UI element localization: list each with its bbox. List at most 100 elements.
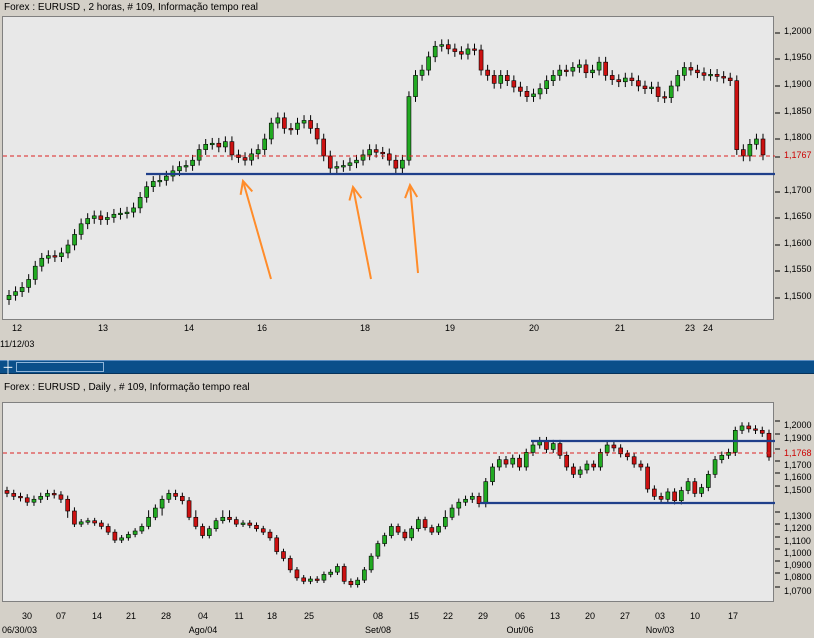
y-tick-label: 1,1950 bbox=[784, 52, 812, 62]
bear-candle bbox=[321, 138, 327, 157]
bull-candle bbox=[26, 279, 31, 288]
bear-candle bbox=[186, 500, 192, 518]
y-tick-label: 1,1200 bbox=[784, 523, 812, 533]
bear-candle bbox=[642, 85, 648, 89]
bull-candle bbox=[389, 526, 394, 536]
bull-candle bbox=[137, 197, 143, 209]
top-chart-svg bbox=[3, 32, 780, 305]
month-label: Ago/04 bbox=[188, 625, 218, 635]
bull-candle bbox=[439, 44, 445, 47]
y-tick-label: 1,1550 bbox=[784, 264, 812, 274]
bear-candle bbox=[517, 457, 522, 468]
bull-candle bbox=[341, 165, 346, 168]
bull-candle bbox=[708, 74, 713, 77]
x-tick-label: 24 bbox=[702, 323, 714, 333]
bull-candle bbox=[375, 543, 381, 557]
bear-candle bbox=[721, 76, 726, 79]
bear-candle bbox=[380, 151, 386, 155]
annotation-arrow bbox=[352, 186, 372, 280]
bull-candle bbox=[328, 571, 333, 575]
horizontal-scrollbar[interactable]: ┼ bbox=[0, 360, 814, 374]
y-tick-label: 1,1700 bbox=[784, 460, 812, 470]
bottom-chart-plot[interactable] bbox=[2, 402, 780, 602]
bear-candle bbox=[701, 72, 707, 76]
split-handle-icon[interactable]: ┼ bbox=[0, 361, 16, 373]
x-tick-label: 20 bbox=[584, 611, 596, 621]
bull-candle bbox=[754, 138, 759, 145]
x-tick-label: 16 bbox=[256, 323, 268, 333]
bull-candle bbox=[85, 218, 90, 225]
month-label: Out/06 bbox=[506, 625, 534, 635]
bull-candle bbox=[196, 149, 202, 161]
bear-candle bbox=[314, 128, 320, 140]
bear-candle bbox=[692, 481, 698, 494]
y-tick-label: 1,1850 bbox=[784, 106, 812, 116]
y-tick-label: 1,1300 bbox=[784, 511, 812, 521]
bull-candle bbox=[166, 493, 172, 500]
bear-candle bbox=[524, 91, 530, 97]
bull-candle bbox=[335, 566, 340, 573]
top-chart-plot[interactable] bbox=[2, 16, 780, 320]
bear-candle bbox=[511, 80, 517, 88]
bull-candle bbox=[604, 444, 610, 453]
bull-candle bbox=[469, 496, 475, 500]
bull-candle bbox=[537, 88, 543, 95]
bear-candle bbox=[173, 493, 178, 497]
top-chart-caption: Forex : EURUSD , 2 horas, # 109, Informa… bbox=[4, 2, 258, 13]
bull-candle bbox=[334, 166, 340, 169]
bull-candle bbox=[712, 459, 718, 475]
x-tick-label: 06 bbox=[514, 611, 526, 621]
x-tick-label: 21 bbox=[614, 323, 626, 333]
bull-candle bbox=[119, 537, 124, 541]
bull-candle bbox=[139, 526, 145, 532]
bull-candle bbox=[131, 207, 136, 213]
bear-candle bbox=[242, 157, 248, 161]
bull-candle bbox=[557, 69, 563, 76]
top-candles bbox=[6, 39, 766, 305]
bull-candle bbox=[496, 459, 502, 468]
annotation-arrow bbox=[409, 184, 419, 274]
bull-candle bbox=[531, 93, 536, 97]
bull-candle bbox=[530, 444, 536, 453]
x-tick-label: 03 bbox=[654, 611, 666, 621]
bear-candle bbox=[98, 215, 104, 220]
bull-candle bbox=[118, 212, 123, 215]
bear-candle bbox=[714, 74, 720, 77]
y-tick-label: 1,1100 bbox=[784, 536, 811, 546]
bear-candle bbox=[395, 526, 401, 533]
bear-candle bbox=[402, 531, 408, 539]
x-tick-label: 20 bbox=[528, 323, 540, 333]
bear-candle bbox=[72, 510, 77, 525]
y-tick-label: 1,2000 bbox=[784, 420, 812, 430]
bear-candle bbox=[564, 454, 569, 468]
bear-candle bbox=[741, 149, 746, 157]
bear-candle bbox=[472, 48, 477, 51]
bull-candle bbox=[510, 457, 516, 465]
bull-candle bbox=[623, 77, 628, 83]
bear-candle bbox=[727, 77, 733, 81]
bear-candle bbox=[58, 494, 64, 500]
bear-candle bbox=[491, 75, 497, 84]
bear-candle bbox=[200, 526, 205, 536]
bear-candle bbox=[655, 86, 661, 97]
bull-candle bbox=[190, 159, 195, 166]
bull-candle bbox=[719, 454, 725, 460]
bull-candle bbox=[203, 144, 208, 150]
bull-candle bbox=[91, 215, 97, 219]
bear-candle bbox=[564, 69, 569, 72]
bull-candle bbox=[164, 175, 169, 181]
bottom-chart-svg bbox=[3, 420, 780, 588]
bear-candle bbox=[429, 527, 435, 533]
x-tick-label: 10 bbox=[689, 611, 701, 621]
bear-candle bbox=[609, 75, 615, 80]
x-tick-label: 21 bbox=[125, 611, 137, 621]
bear-candle bbox=[229, 141, 235, 156]
bear-candle bbox=[281, 551, 286, 559]
bull-candle bbox=[159, 498, 165, 509]
scroll-thumb[interactable] bbox=[16, 362, 104, 372]
bull-candle bbox=[668, 85, 674, 98]
bull-candle bbox=[39, 257, 45, 267]
x-tick-label: 25 bbox=[303, 611, 315, 621]
bull-candle bbox=[153, 507, 158, 518]
bottom-chart-caption: Forex : EURUSD , Daily , # 109, Informaç… bbox=[4, 382, 250, 393]
